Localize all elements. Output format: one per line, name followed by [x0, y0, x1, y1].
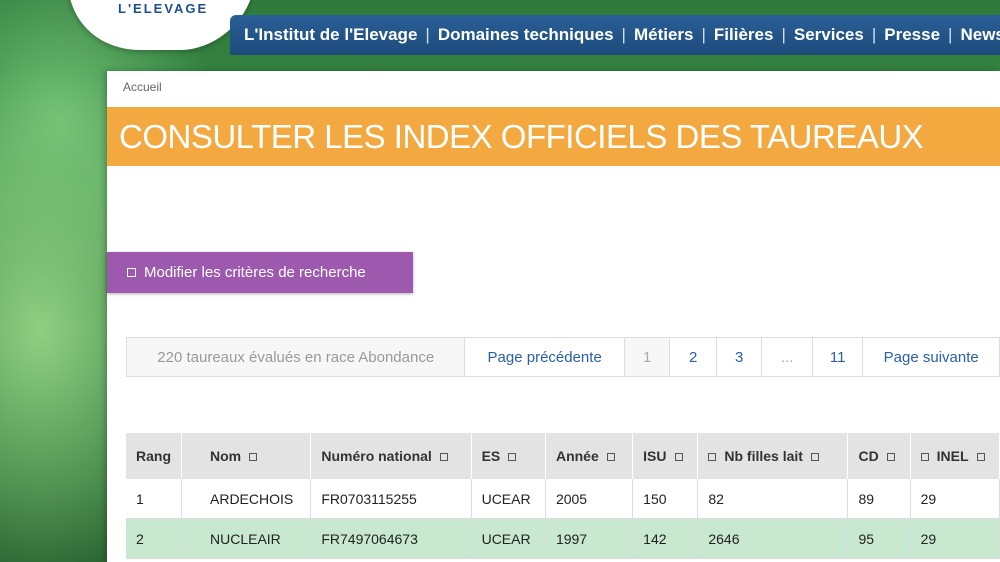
cell-nom: ARDECHOIS [181, 479, 312, 519]
col-header-numero[interactable]: Numéro national [310, 433, 472, 479]
title-bar: CONSULTER LES INDEX OFFICIELS DES TAUREA… [107, 107, 1000, 166]
cell-numero: FR0703115255 [310, 479, 472, 519]
col-header-isu[interactable]: ISU [632, 433, 699, 479]
cell-isu: 150 [632, 479, 699, 519]
nav-item-institut[interactable]: L'Institut de l'Elevage [244, 25, 417, 45]
sort-icon [920, 453, 929, 462]
cell-rang: 1 [126, 479, 182, 519]
nav-item-services[interactable]: Services [794, 25, 864, 45]
cell-nb-filles: 2646 [697, 518, 849, 559]
sort-icon [439, 453, 448, 462]
table-row[interactable]: 1 ARDECHOIS FR0703115255 UCEAR 2005 150 … [126, 479, 1000, 519]
modify-criteria-label: Modifier les critères de recherche [144, 264, 366, 281]
col-header-annee[interactable]: Année [545, 433, 634, 479]
sort-icon [708, 453, 717, 462]
col-label: CD [858, 448, 879, 464]
col-label: Numéro national [321, 448, 432, 464]
cell-annee: 2005 [545, 479, 634, 519]
previous-page-link[interactable]: Page précédente [465, 338, 625, 376]
sort-icon [886, 453, 895, 462]
cell-isu: 142 [632, 518, 699, 559]
cell-inel: 29 [910, 479, 1000, 519]
table-header-row: Rang Nom Numéro national ES Année ISU Nb… [126, 433, 1000, 479]
col-label: INEL [936, 448, 969, 464]
cell-nom: NUCLEAIR [181, 518, 312, 559]
cell-cd: 89 [847, 479, 911, 519]
page-3-link[interactable]: 3 [717, 338, 763, 376]
nav-item-metiers[interactable]: Métiers [634, 25, 694, 45]
page-1-current: 1 [624, 338, 671, 376]
pagination: 220 taureaux évalués en race Abondance P… [126, 337, 1000, 377]
nav-separator: | [621, 25, 626, 44]
col-header-es[interactable]: ES [471, 433, 546, 479]
col-header-nb-filles[interactable]: Nb filles lait [697, 433, 849, 479]
breadcrumb-home[interactable]: Accueil [123, 80, 162, 94]
cell-annee: 1997 [545, 518, 634, 559]
table-row[interactable]: 2 NUCLEAIR FR7497064673 UCEAR 1997 142 2… [126, 518, 1000, 559]
nav-item-domaines[interactable]: Domaines techniques [438, 25, 614, 45]
cell-es: UCEAR [471, 518, 546, 559]
top-navigation: L'Institut de l'Elevage | Domaines techn… [230, 15, 1000, 55]
col-label: Nb filles lait [724, 448, 803, 464]
sort-icon [249, 453, 258, 462]
modify-criteria-button[interactable]: Modifier les critères de recherche [107, 252, 413, 293]
nav-separator: | [701, 25, 706, 44]
logo-text: L'ELEVAGE [118, 1, 209, 16]
cell-es: UCEAR [471, 479, 546, 519]
cell-inel: 29 [910, 518, 1000, 559]
nav-item-filieres[interactable]: Filières [714, 25, 774, 45]
nav-separator: | [425, 25, 430, 44]
sort-icon [674, 453, 683, 462]
page-11-link[interactable]: 11 [813, 338, 864, 376]
square-icon [127, 268, 136, 277]
col-header-inel[interactable]: INEL [910, 433, 1000, 479]
col-label: ES [481, 448, 501, 464]
main-panel: Accueil CONSULTER LES INDEX OFFICIELS DE… [107, 71, 1000, 562]
nav-item-newsletter[interactable]: Newsle [960, 25, 1000, 45]
nav-separator: | [781, 25, 786, 44]
next-page-link[interactable]: Page suivante [863, 338, 1000, 376]
page-title: CONSULTER LES INDEX OFFICIELS DES TAUREA… [119, 118, 924, 155]
col-label: Rang [136, 448, 171, 464]
col-label: ISU [643, 448, 667, 464]
cell-nb-filles: 82 [697, 479, 849, 519]
cell-cd: 95 [847, 518, 911, 559]
nav-item-presse[interactable]: Presse [884, 25, 940, 45]
sort-icon [810, 453, 819, 462]
col-header-cd[interactable]: CD [847, 433, 911, 479]
sort-icon [508, 453, 517, 462]
cell-numero: FR7497064673 [310, 518, 472, 559]
sort-icon [976, 453, 985, 462]
col-label: Année [555, 448, 599, 464]
result-count: 220 taureaux évalués en race Abondance [127, 338, 466, 376]
cell-rang: 2 [126, 518, 182, 559]
nav-separator: | [948, 25, 953, 44]
bulls-table: Rang Nom Numéro national ES Année ISU Nb… [126, 433, 1000, 559]
page-2-link[interactable]: 2 [670, 338, 717, 376]
page-ellipsis: ... [762, 338, 813, 376]
nav-separator: | [871, 25, 877, 44]
sort-icon [606, 453, 615, 462]
col-header-rang[interactable]: Rang [126, 433, 182, 479]
col-header-nom[interactable]: Nom [181, 433, 312, 479]
col-label: Nom [210, 448, 242, 464]
logo[interactable]: L'ELEVAGE [40, 0, 260, 55]
